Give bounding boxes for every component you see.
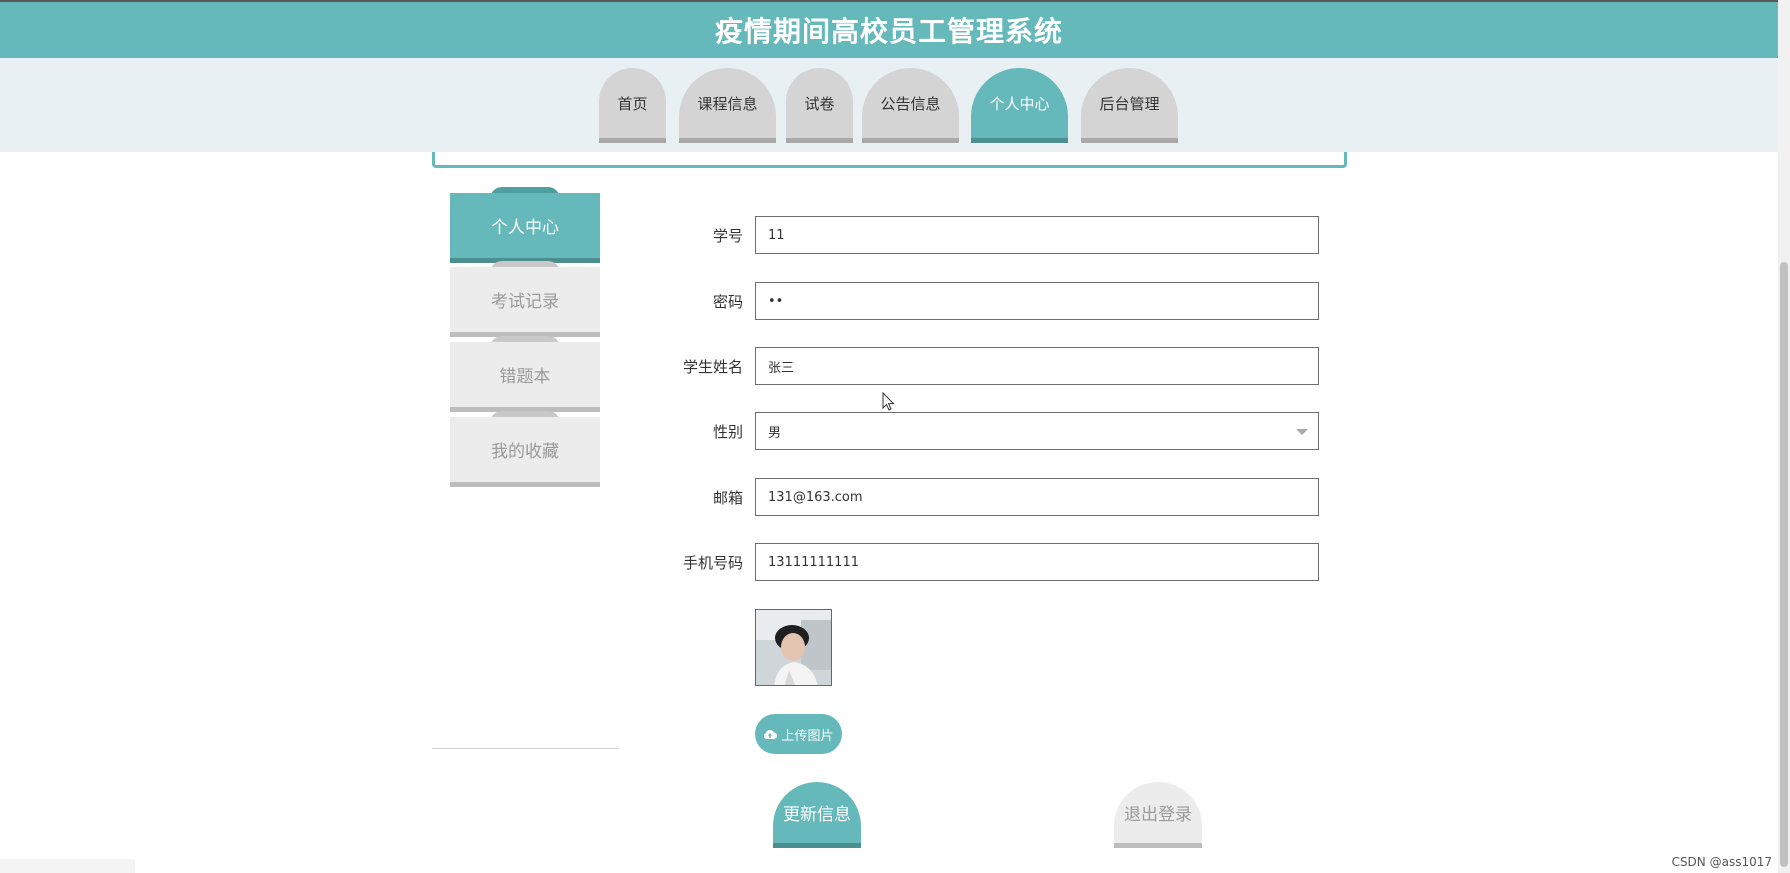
sidebar-divider — [432, 748, 618, 749]
app-header: 疫情期间高校员工管理系统 — [0, 2, 1778, 58]
cloud-upload-icon — [764, 729, 778, 739]
upload-image-button[interactable]: 上传图片 — [755, 714, 842, 754]
logout-button[interactable]: 退出登录 — [1114, 782, 1202, 848]
email-input[interactable]: 131@163.com — [755, 478, 1319, 516]
sidebar-item-personal-center[interactable]: 个人中心 — [450, 193, 600, 263]
status-corner — [0, 859, 135, 873]
password-label: 密码 — [712, 293, 743, 311]
nav-item-exam-paper[interactable]: 试卷 — [786, 68, 853, 143]
sidebar-item-favorites[interactable]: 我的收藏 — [450, 417, 600, 487]
app-title: 疫情期间高校员工管理系统 — [714, 15, 1063, 48]
sidebar-item-exam-records[interactable]: 考试记录 — [450, 267, 600, 337]
nav-item-home[interactable]: 首页 — [599, 68, 666, 143]
phone-label: 手机号码 — [682, 554, 743, 572]
student-id-input[interactable]: 11 — [755, 216, 1319, 254]
avatar-photo — [756, 610, 831, 685]
chevron-down-icon — [1296, 429, 1308, 435]
gender-label: 性别 — [712, 423, 743, 441]
avatar — [755, 609, 832, 686]
student-id-label: 学号 — [712, 227, 743, 245]
sidebar-item-wrong-questions[interactable]: 错题本 — [450, 342, 600, 412]
watermark: CSDN @ass1017 — [1671, 855, 1772, 869]
student-name-label: 学生姓名 — [682, 358, 743, 376]
student-name-input[interactable]: 张三 — [755, 347, 1319, 385]
phone-input[interactable]: 13111111111 — [755, 543, 1319, 581]
content-frame-border — [432, 152, 1347, 168]
password-input[interactable]: •• — [755, 282, 1319, 320]
mouse-cursor-icon — [882, 392, 895, 411]
gender-select[interactable]: 男 — [755, 412, 1319, 450]
email-label: 邮箱 — [712, 489, 743, 507]
scrollbar-thumb[interactable] — [1780, 262, 1788, 867]
update-info-button[interactable]: 更新信息 — [773, 782, 861, 848]
